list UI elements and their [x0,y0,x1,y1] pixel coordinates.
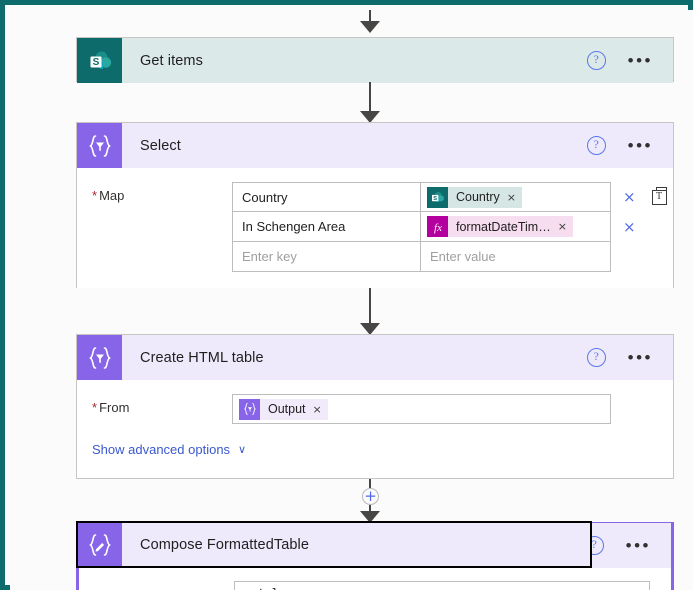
card-body-select: * Map Country S Country × × T In Schenge… [77,168,673,288]
from-input[interactable]: Output × [232,394,611,424]
map-row: Enter key Enter value [232,242,667,272]
action-card-create-html-table[interactable]: Create HTML table ? ••• * From Output × … [76,334,674,479]
map-value-input[interactable]: fx formatDateTim… × [421,212,611,242]
connector-arrow-to-compose [360,505,380,523]
show-advanced-options-label: Show advanced options [92,442,231,457]
close-icon[interactable]: × [507,191,516,204]
overflow-menu-icon[interactable]: ••• [628,137,653,154]
connector-arrow-to-select [360,82,380,123]
token-chip-body: Output × [260,398,328,420]
card-header-actions: ? ••• [586,51,673,70]
token-chip-body: Country × [448,186,522,208]
overflow-menu-icon[interactable]: ••• [628,349,653,366]
action-card-compose-formattedtable[interactable]: Compose FormattedTable ? ••• *Inputs <st… [76,521,674,590]
card-header-compose-formattedtable[interactable]: Compose FormattedTable [76,521,592,568]
map-key-input[interactable]: Country [232,182,421,212]
required-asterisk: * [92,188,98,203]
token-chip-body: formatDateTim… × [448,216,573,237]
sharepoint-icon: S [427,186,448,208]
sharepoint-icon: S [77,38,122,83]
map-rows: Country S Country × × T In Schengen Area… [232,182,667,272]
close-icon[interactable]: × [313,403,322,416]
connector-arrow-to-create-html-table [360,288,380,335]
card-header-actions: ? ••• [584,523,671,568]
map-row: Country S Country × × T [232,182,667,212]
map-grid: Country S Country × × T In Schengen Area… [232,182,667,272]
chevron-down-icon: ∨ [238,443,247,456]
card-header-actions: ? ••• [586,348,673,367]
map-row-tools: × T [611,182,667,212]
token-chip-label: Output [268,402,306,416]
required-asterisk: * [92,400,98,415]
svg-text:S: S [433,195,437,201]
from-field-label: * From [92,400,130,415]
overflow-menu-icon[interactable]: ••• [626,537,651,554]
map-value-input-empty[interactable]: Enter value [421,242,611,272]
card-header-select[interactable]: Select ? ••• [77,123,673,168]
map-key-input[interactable]: In Schengen Area [232,212,421,242]
compose-pencil-icon [77,522,122,567]
card-title-compose-formattedtable: Compose FormattedTable [140,536,310,553]
map-field-label: * Map [92,188,125,203]
add-step-button[interactable]: + [362,488,379,505]
card-body-compose-formattedtable: *Inputs <style> [79,567,671,590]
select-braces-icon [77,123,122,168]
show-advanced-options-link[interactable]: Show advanced options ∨ [87,442,657,457]
card-header-actions: ? ••• [586,136,673,155]
map-key-input-empty[interactable]: Enter key [232,242,421,272]
card-header-create-html-table[interactable]: Create HTML table ? ••• [77,335,673,380]
inputs-field-label: *Inputs [89,581,234,590]
card-header-get-items[interactable]: S Get items ? ••• [77,38,673,83]
help-icon[interactable]: ? [586,136,606,155]
token-chip-label: formatDateTim… [456,219,551,234]
select-braces-icon [239,398,260,420]
connector-arrow-to-get-items [360,10,380,33]
from-field-row: * From Output × [87,394,657,424]
inputs-field-row: *Inputs <style> [89,581,655,590]
flow-designer-frame: S Get items ? ••• Select ? ••• * Map Cou… [0,0,693,590]
help-icon[interactable]: ? [586,51,606,70]
card-title-create-html-table: Create HTML table [140,349,264,366]
inputs-textarea[interactable]: <style> [234,581,650,590]
switch-text-mode-icon[interactable]: T [651,186,667,205]
token-chip-country[interactable]: S Country × [427,186,522,208]
map-row: In Schengen Area fx formatDateTim… × × [232,212,667,242]
delete-row-icon[interactable]: × [623,219,636,235]
action-card-select[interactable]: Select ? ••• * Map Country S Country × ×… [76,122,674,288]
flow-canvas: S Get items ? ••• Select ? ••• * Map Cou… [10,10,693,590]
help-icon[interactable]: ? [586,348,606,367]
close-icon[interactable]: × [558,220,567,233]
card-title-select: Select [140,137,181,154]
token-chip-formatdatetime[interactable]: fx formatDateTim… × [427,216,573,237]
arrow-head-icon [360,21,380,33]
select-braces-icon [77,335,122,380]
svg-text:S: S [92,57,99,68]
overflow-menu-icon[interactable]: ••• [628,52,653,69]
card-title-get-items: Get items [140,52,203,69]
function-fx-icon: fx [427,216,448,237]
map-row-tools: × [611,212,636,242]
map-field-row: * Map Country S Country × × T In Schenge… [87,182,667,272]
svg-text:fx: fx [434,222,442,234]
action-card-get-items[interactable]: S Get items ? ••• [76,37,674,83]
delete-row-icon[interactable]: × [623,189,636,205]
inputs-value: <style> [244,586,292,590]
map-value-input[interactable]: S Country × [421,182,611,212]
card-body-create-html-table: * From Output × Show advanced options ∨ [77,380,673,473]
token-chip-output[interactable]: Output × [239,398,328,420]
token-chip-label: Country [456,190,500,204]
